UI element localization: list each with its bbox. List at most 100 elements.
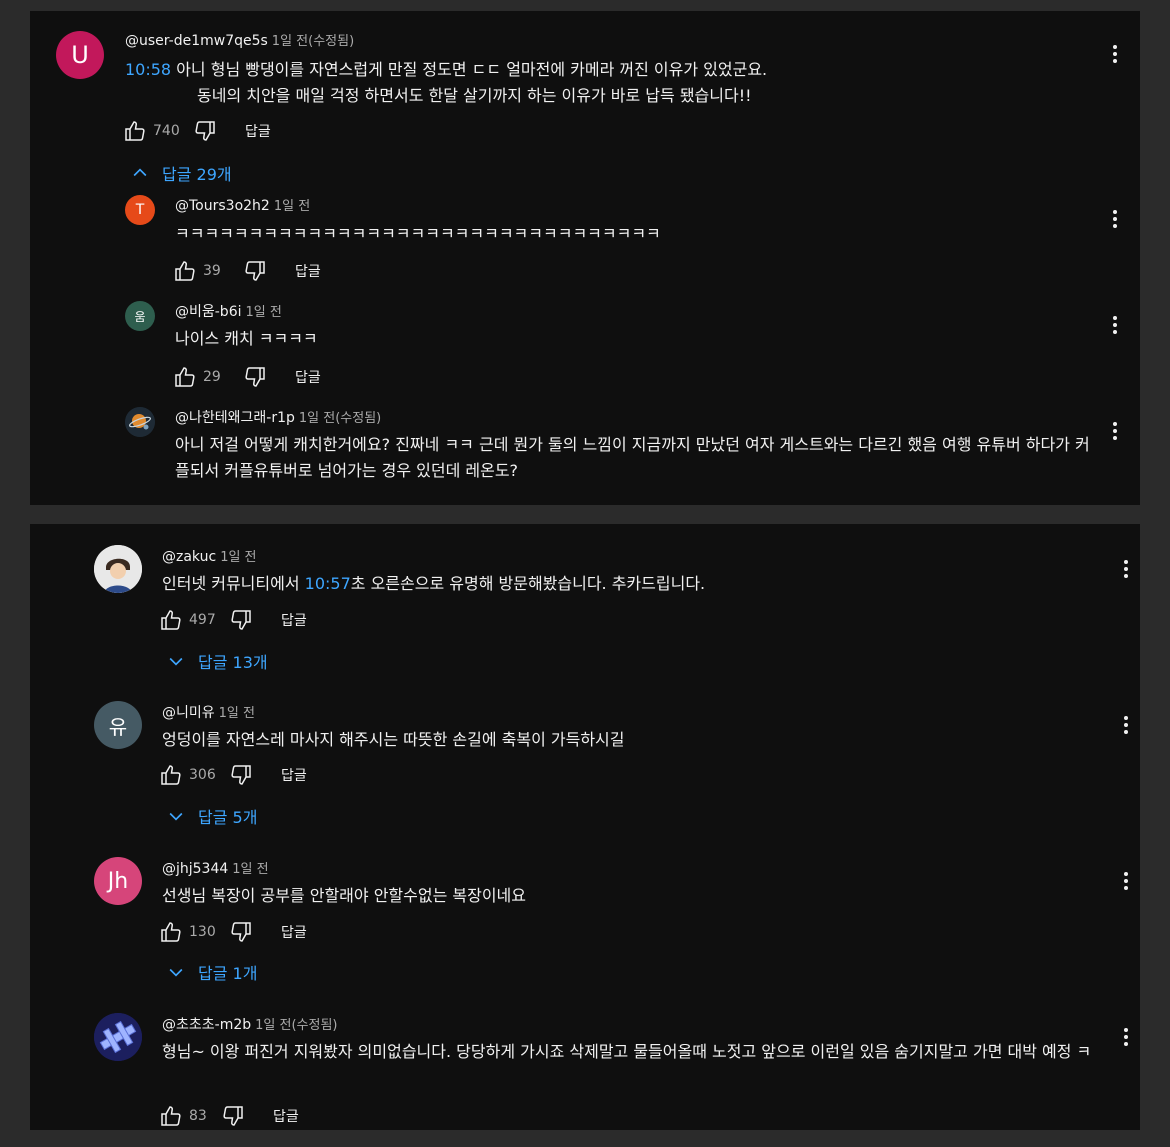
author-name[interactable]: @초초초-m2b (162, 1017, 251, 1033)
like-count: 740 (153, 123, 180, 139)
avatar[interactable]: T (125, 195, 155, 225)
reply-button[interactable]: 답글 (281, 765, 307, 785)
hide-replies-toggle[interactable]: 답글 29개 (130, 160, 232, 186)
thumbs-up-icon[interactable] (123, 119, 147, 143)
more-options-icon[interactable] (1105, 416, 1125, 446)
comment-header: @초초초-m2b 1일 전(수정됨) (162, 1016, 337, 1035)
comment-text: 인터넷 커뮤니티에서 10:57초 오른손으로 유명해 방문해봤습니다. 추카드… (162, 574, 706, 593)
reply-button[interactable]: 답글 (281, 610, 307, 630)
thumbs-down-icon[interactable] (221, 1104, 245, 1128)
more-options-icon[interactable] (1116, 866, 1136, 896)
show-replies-toggle[interactable]: 답글 1개 (166, 959, 257, 985)
comment-actions: 39 답글 (173, 258, 321, 284)
reply-button[interactable]: 답글 (245, 121, 271, 141)
comment-time[interactable]: 1일 전 (219, 706, 255, 721)
thumbs-down-icon[interactable] (229, 763, 253, 787)
show-replies-toggle[interactable]: 답글 5개 (166, 803, 257, 829)
avatar[interactable]: U (56, 31, 104, 79)
chevron-up-icon (133, 168, 147, 177)
more-options-icon[interactable] (1116, 710, 1136, 740)
thumbs-up-icon[interactable] (159, 608, 183, 632)
avatar[interactable] (125, 407, 155, 437)
comment-actions: 55 답글 (173, 502, 321, 505)
thumbs-up-icon[interactable] (159, 763, 183, 787)
comment: Jh @jhj5344 1일 전 선생님 복장이 공부를 안할래야 안할수없는 복… (30, 836, 1140, 996)
comment-header: @zakuc 1일 전 (162, 548, 257, 567)
more-options-icon[interactable] (1105, 39, 1125, 69)
comment-thread-panel: U @user-de1mw7qe5s 1일 전(수정됨) 10:58 아니 형님 … (30, 11, 1140, 505)
reply: @나한테왜그래-r1p 1일 전(수정됨) 아니 저걸 어떻게 캐치한거에요? 진… (30, 406, 1140, 505)
like-count: 29 (203, 369, 221, 385)
thumbs-up-icon[interactable] (173, 503, 197, 505)
more-options-icon[interactable] (1116, 554, 1136, 584)
thumbs-down-icon[interactable] (229, 608, 253, 632)
comment-text: 형님~ 이왕 퍼진거 지워봤자 의미없습니다. 당당하게 가시죠 삭제말고 물들… (162, 1042, 1092, 1061)
thumbs-down-icon[interactable] (193, 119, 217, 143)
comments-list-panel: @zakuc 1일 전 인터넷 커뮤니티에서 10:57초 오른손으로 유명해 방… (30, 524, 1140, 1130)
author-name[interactable]: @zakuc (162, 549, 216, 565)
author-name[interactable]: @user-de1mw7qe5s (125, 33, 268, 49)
reply-button[interactable]: 답글 (295, 261, 321, 281)
comment-header: @나한테왜그래-r1p 1일 전(수정됨) (175, 409, 381, 428)
avatar[interactable] (94, 1013, 142, 1061)
timestamp-link[interactable]: 10:58 (125, 60, 171, 79)
like-count: 83 (189, 1108, 207, 1124)
comment-header: @Tours3o2h2 1일 전 (175, 197, 310, 216)
comment-header: @니미유 1일 전 (162, 704, 255, 723)
comment-actions: 130 답글 (159, 919, 307, 945)
author-name[interactable]: @jhj5344 (162, 861, 228, 877)
thumbs-down-icon[interactable] (243, 503, 267, 505)
comment-text: 나이스 캐치 ㅋㅋㅋㅋ (175, 329, 318, 348)
thumbs-down-icon[interactable] (243, 259, 267, 283)
comment-time[interactable]: 1일 전 (220, 550, 256, 565)
comment-time[interactable]: 1일 전 (246, 305, 282, 320)
reply-button[interactable]: 답글 (281, 922, 307, 942)
thumbs-up-icon[interactable] (159, 1104, 183, 1128)
person-avatar-icon (94, 545, 142, 593)
show-replies-toggle[interactable]: 답글 13개 (166, 648, 268, 674)
reply: 움 @비움-b6i 1일 전 나이스 캐치 ㅋㅋㅋㅋ 29 답글 (30, 300, 1140, 400)
avatar[interactable]: 유 (94, 701, 142, 749)
comment-time[interactable]: 1일 전(수정됨) (272, 34, 354, 49)
comment-actions: 29 답글 (173, 364, 321, 390)
author-name[interactable]: @Tours3o2h2 (175, 198, 270, 214)
more-options-icon[interactable] (1116, 1022, 1136, 1052)
comment-time[interactable]: 1일 전(수정됨) (299, 411, 381, 426)
comment: 유 @니미유 1일 전 엉덩이를 자연스레 마사지 해주시는 따뜻한 손길에 축복… (30, 680, 1140, 840)
planet-avatar-icon (125, 407, 155, 437)
comment-time[interactable]: 1일 전 (274, 199, 310, 214)
comment-time[interactable]: 1일 전(수정됨) (255, 1018, 337, 1033)
avatar[interactable] (94, 545, 142, 593)
comment-text: ㅋㅋㅋㅋㅋㅋㅋㅋㅋㅋㅋㅋㅋㅋㅋㅋㅋㅋㅋㅋㅋㅋㅋㅋㅋㅋㅋㅋㅋㅋㅋㅋㅋ (175, 224, 661, 243)
avatar[interactable]: 움 (125, 301, 155, 331)
comment: U @user-de1mw7qe5s 1일 전(수정됨) 10:58 아니 형님 … (30, 11, 1140, 211)
avatar[interactable]: Jh (94, 857, 142, 905)
thumbs-down-icon[interactable] (243, 365, 267, 389)
comment-time[interactable]: 1일 전 (232, 862, 268, 877)
comment-header: @jhj5344 1일 전 (162, 860, 269, 879)
comment-text: 선생님 복장이 공부를 안할래야 안할수없는 복장이네요 (162, 886, 526, 905)
timestamp-link[interactable]: 10:57 (305, 574, 351, 593)
author-name[interactable]: @나한테왜그래-r1p (175, 410, 295, 426)
reply-button[interactable]: 답글 (295, 367, 321, 387)
thumbs-up-icon[interactable] (159, 920, 183, 944)
more-options-icon[interactable] (1105, 310, 1125, 340)
like-count: 39 (203, 263, 221, 279)
more-options-icon[interactable] (1105, 204, 1125, 234)
chevron-down-icon (169, 812, 183, 821)
author-name[interactable]: @비움-b6i (175, 304, 242, 320)
comment-actions: 83 답글 (159, 1103, 299, 1129)
thumbs-down-icon[interactable] (229, 920, 253, 944)
like-count: 497 (189, 612, 216, 628)
comment-actions: 306 답글 (159, 762, 307, 788)
reply-button[interactable]: 답글 (273, 1106, 299, 1126)
chevron-down-icon (169, 968, 183, 977)
thumbs-up-icon[interactable] (173, 365, 197, 389)
thumbs-up-icon[interactable] (173, 259, 197, 283)
comment-text: 10:58 아니 형님 빵댕이를 자연스럽게 만질 정도면 ㄷㄷ 얼마전에 카메… (125, 60, 768, 105)
comment-text: 엉덩이를 자연스레 마사지 해주시는 따뜻한 손길에 축복이 가득하시길 (162, 730, 625, 749)
like-count: 306 (189, 767, 216, 783)
comment: @초초초-m2b 1일 전(수정됨) 형님~ 이왕 퍼진거 지워봤자 의미없습니다… (30, 992, 1140, 1130)
author-name[interactable]: @니미유 (162, 705, 215, 721)
comment-header: @비움-b6i 1일 전 (175, 303, 282, 322)
